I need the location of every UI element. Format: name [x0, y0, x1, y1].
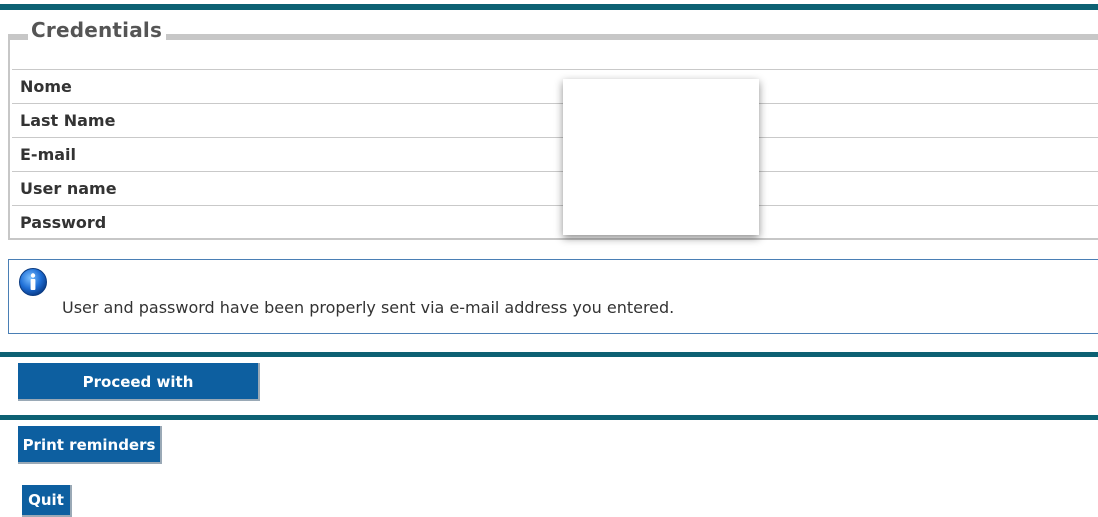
- field-row-user-name: User name: [12, 171, 1098, 205]
- print-reminders-button[interactable]: Print reminders: [18, 426, 162, 464]
- info-message-text: User and password have been properly sen…: [62, 298, 675, 317]
- quit-button[interactable]: Quit: [22, 485, 72, 517]
- info-icon: [18, 267, 48, 297]
- field-row-last-name: Last Name: [12, 103, 1098, 137]
- credentials-legend: Credentials: [31, 18, 167, 42]
- top-divider: [0, 4, 1098, 10]
- field-row-email: E-mail: [12, 137, 1098, 171]
- divider-1: [0, 352, 1098, 357]
- field-row-nome: Nome: [12, 69, 1098, 103]
- redacted-values-panel: [563, 79, 759, 235]
- credentials-rows: Nome Last Name E-mail User name Password: [12, 69, 1098, 239]
- legend-rule-left: [8, 34, 28, 40]
- info-message-box: [8, 259, 1098, 334]
- field-row-password: Password: [12, 205, 1098, 239]
- legend-rule-right: [160, 34, 1098, 40]
- divider-2: [0, 415, 1098, 420]
- proceed-authentication-button[interactable]: Proceed with authentication: [18, 363, 260, 429]
